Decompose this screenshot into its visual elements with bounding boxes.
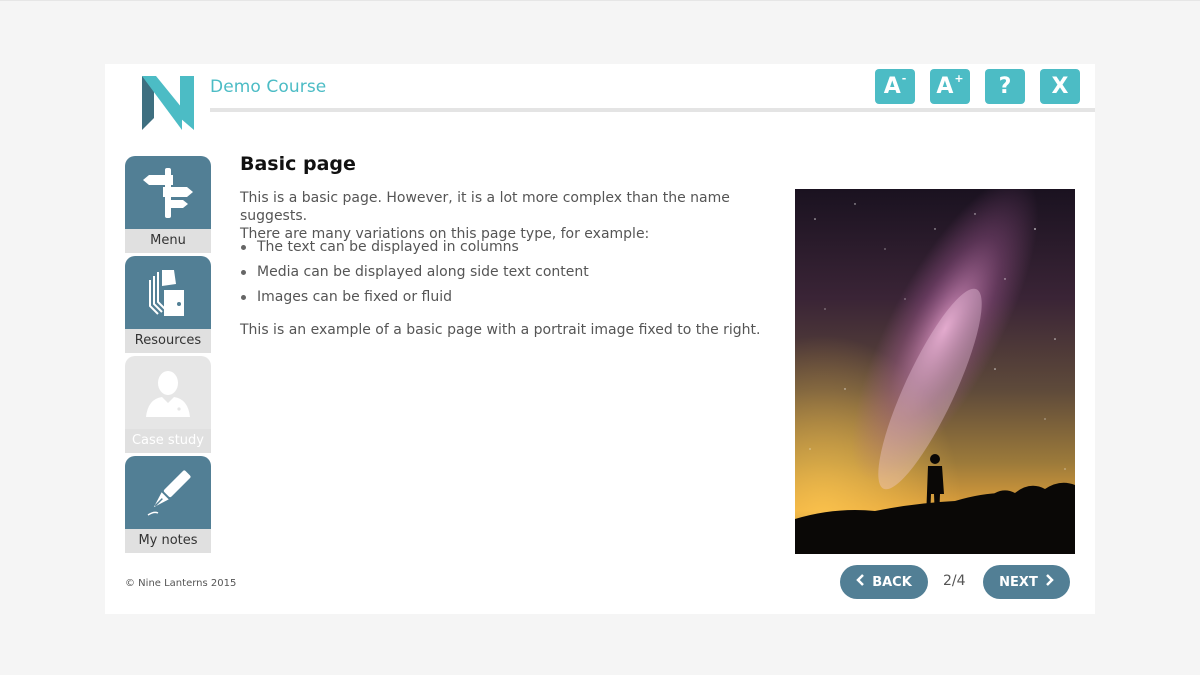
back-button[interactable]: BACK [840,565,928,599]
signpost-icon [143,167,193,218]
sidebar-item-case-study[interactable]: Case study [125,356,211,453]
chevron-right-icon [1045,574,1054,590]
sidebar-item-menu[interactable]: Menu [125,156,211,253]
sidebar-item-my-notes[interactable]: My notes [125,456,211,553]
increase-font-button[interactable]: A + [930,69,970,104]
help-label: ? [998,74,1012,99]
sidebar-item-my-notes-label: My notes [125,529,211,553]
close-button[interactable]: X [1040,69,1080,104]
documents-icon [149,269,184,316]
decrease-font-sup: - [901,72,907,85]
back-button-label: BACK [872,574,912,590]
sidebar-item-resources[interactable]: Resources [125,256,211,353]
close-label: X [1051,74,1069,99]
page-counter: 2/4 [943,573,966,589]
sidebar-item-resources-label: Resources [125,329,211,353]
sidebar-item-menu-iconbox [125,156,211,229]
list-item: The text can be displayed in columns [240,238,589,263]
list-item: Images can be fixed or fluid [240,288,589,313]
header-rule [210,108,1095,112]
sidebar-item-resources-iconbox [125,256,211,329]
person-icon [146,370,190,417]
increase-font-sup: + [954,72,964,85]
decrease-font-button[interactable]: A- [875,69,915,104]
intro-line-1: This is a basic page. However, it is a l… [240,190,730,224]
top-divider [0,0,1200,1]
increase-font-label: A [936,74,954,99]
pen-icon [147,469,191,516]
nine-lanterns-logo [142,76,194,130]
course-window: Demo Course A- A + ? X Menu Resources Ca… [105,64,1095,614]
copyright-text: © Nine Lanterns 2015 [125,578,237,589]
sidebar-item-my-notes-iconbox [125,456,211,529]
help-button[interactable]: ? [985,69,1025,104]
milky-way-portrait-image [795,189,1075,554]
sidebar-item-case-study-label: Case study [125,429,211,453]
decrease-font-label: A [883,74,901,99]
intro-paragraph: This is a basic page. However, it is a l… [240,189,780,243]
sidebar-item-case-study-iconbox [125,356,211,429]
sidebar-item-menu-label: Menu [125,229,211,253]
chevron-left-icon [856,574,865,590]
next-button-label: NEXT [999,574,1038,590]
page-title: Basic page [240,153,356,175]
list-item: Media can be displayed along side text c… [240,263,589,288]
outro-paragraph: This is an example of a basic page with … [240,322,761,338]
bullet-list: The text can be displayed in columns Med… [240,238,589,313]
next-button[interactable]: NEXT [983,565,1070,599]
course-title: Demo Course [210,77,327,97]
